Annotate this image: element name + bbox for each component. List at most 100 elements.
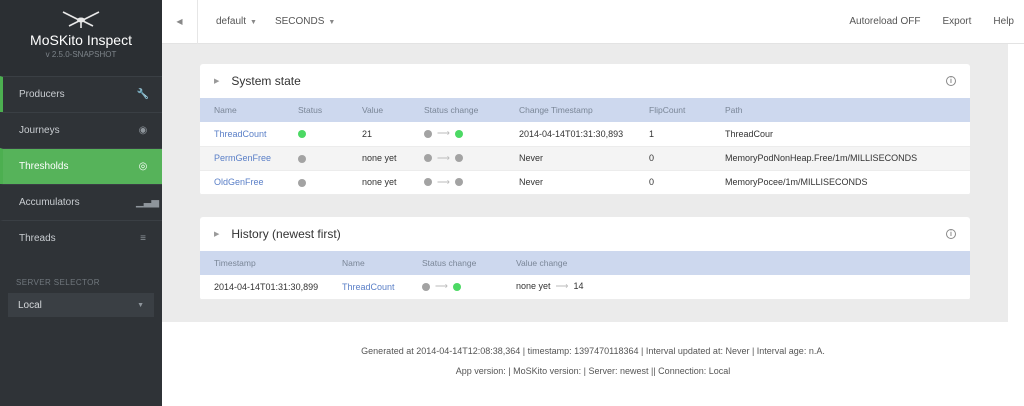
help-link[interactable]: Help [993, 16, 1014, 27]
wrench-icon: 🔧 [136, 89, 150, 100]
arrow-right-icon: ⟶ [437, 152, 450, 163]
system-state-rows: ThreadCount 21 ⟶ 2014-04-14T01:31:30,893 1 Th… [200, 122, 970, 195]
cell-timestamp: 2014-04-14T01:31:30,893 [505, 122, 635, 147]
status-from-dot [422, 282, 430, 291]
column-header: Name [200, 98, 284, 122]
footer-versions: App version: | MoSKito version: | Server… [455, 366, 731, 376]
cell-status-change: ⟶ [410, 170, 505, 195]
status-to-dot [452, 282, 461, 291]
system-state-table: Name Status Value Status change Change Times… [200, 98, 970, 195]
expand-triangle-icon[interactable]: ▶ [214, 230, 219, 238]
column-header: Value change [502, 251, 970, 275]
status-to-dot [454, 129, 463, 138]
sidebar-item-journeys[interactable]: Journeys ◉ [0, 112, 162, 148]
sidebar-item-label: Accumulators [19, 197, 80, 208]
cell-path: ThreadCour [711, 122, 970, 147]
status-to-dot [454, 178, 463, 187]
arrow-right-icon: ⟶ [437, 128, 450, 139]
history-rows: 2014-04-14T01:31:30,899 ThreadCount ⟶ none … [200, 275, 970, 300]
status-from-dot [424, 178, 432, 187]
sidebar-item-accumulators[interactable]: Accumulators ▁▃▅ [0, 184, 162, 220]
cell-flipcount: 0 [635, 146, 711, 171]
status-from-dot [424, 154, 432, 163]
column-header: Timestamp [200, 251, 328, 275]
status-to-dot [454, 154, 463, 163]
main-content: ▶ System state i Name Status Value Status c… [162, 44, 1008, 322]
threshold-link[interactable]: PermGenFree [214, 153, 271, 163]
server-selected: Local [18, 299, 42, 311]
status-dot [298, 154, 306, 163]
cell-value: 21 [348, 122, 410, 147]
footer-generated: Generated at 2014-04-14T12:08:38,364 | t… [361, 346, 825, 356]
value-from: none yet [516, 281, 551, 292]
column-header: Status [284, 98, 348, 122]
bar-chart-icon: ▁▃▅ [136, 197, 160, 208]
brand[interactable]: MoSKito Inspect v 2.5.0-SNAPSHOT [0, 0, 162, 76]
unit-dropdown[interactable]: SECONDS ▼ [275, 16, 335, 27]
sidebar-item-label: Threads [19, 233, 56, 244]
brand-version: v 2.5.0-SNAPSHOT [45, 50, 117, 59]
sidebar-item-threads[interactable]: Threads ≡ [0, 220, 162, 256]
footer: Generated at 2014-04-14T12:08:38,364 | t… [162, 322, 1024, 376]
chevron-down-icon: ▼ [250, 19, 257, 26]
history-header[interactable]: ▶ History (newest first) i [200, 217, 970, 251]
arrow-right-icon: ⟶ [555, 281, 569, 292]
sidebar-item-label: Thresholds [19, 161, 69, 172]
history-table: Timestamp Name Status change Value change 2… [200, 251, 970, 300]
export-link[interactable]: Export [943, 16, 972, 27]
threshold-link[interactable]: ThreadCount [214, 129, 267, 139]
menu-icon: ≡ [140, 233, 146, 244]
threshold-link[interactable]: OldGenFree [214, 177, 264, 187]
target-icon: ◎ [138, 161, 148, 172]
arrow-right-icon: ⟶ [435, 281, 448, 292]
history-title: History (newest first) [231, 227, 341, 241]
cell-timestamp: Never [505, 170, 635, 195]
chevron-down-icon: ▼ [328, 19, 336, 26]
column-header: Value [348, 98, 410, 122]
interval-value: default [216, 16, 247, 27]
sidebar-item-label: Journeys [19, 125, 60, 136]
system-state-header[interactable]: ▶ System state i [200, 64, 970, 98]
cell-flipcount: 1 [635, 122, 711, 147]
history-panel: ▶ History (newest first) i Timestamp Name… [200, 217, 970, 300]
cell-status [284, 122, 348, 147]
info-icon[interactable]: i [946, 76, 956, 86]
sidebar-item-thresholds[interactable]: Thresholds ◎ [0, 148, 162, 184]
cell-value-change: none yet ⟶ 14 [502, 275, 970, 300]
column-header: Status change [408, 251, 502, 275]
server-selector-label: SERVER SELECTOR [16, 278, 100, 287]
cell-status-change: ⟶ [410, 146, 505, 171]
sidebar-nav: Producers 🔧 Journeys ◉ Thresholds ◎ Accumulato… [0, 76, 162, 256]
column-header: FlipCount [635, 98, 711, 122]
cell-value: none yet [348, 146, 410, 171]
collapse-sidebar-icon[interactable]: ◀ [162, 0, 198, 44]
cell-status [284, 146, 348, 171]
cell-timestamp: Never [505, 146, 635, 171]
cell-name: ThreadCount [200, 122, 284, 147]
status-dot [298, 130, 306, 139]
mosquito-logo-icon [62, 11, 100, 28]
threshold-link[interactable]: ThreadCount [342, 282, 395, 292]
cell-name: ThreadCount [328, 275, 408, 300]
sidebar-item-producers[interactable]: Producers 🔧 [0, 76, 162, 112]
info-icon[interactable]: i [946, 229, 956, 239]
eye-icon: ◉ [138, 125, 148, 136]
server-selector-dropdown[interactable]: Local ▼ [8, 293, 154, 317]
status-dot [298, 178, 306, 187]
cell-status-change: ⟶ [410, 122, 505, 147]
system-state-panel: ▶ System state i Name Status Value Status c… [200, 64, 970, 195]
system-state-title: System state [231, 74, 301, 88]
autoreload-toggle[interactable]: Autoreload OFF [849, 16, 920, 27]
table-row: 2014-04-14T01:31:30,899 ThreadCount ⟶ none … [200, 275, 970, 300]
table-header-row: Name Status Value Status change Change Times… [200, 98, 970, 122]
cell-name: OldGenFree [200, 170, 284, 195]
table-row: PermGenFree none yet ⟶ Never 0 MemoryPodNonHe… [200, 146, 970, 171]
sidebar: MoSKito Inspect v 2.5.0-SNAPSHOT Produce… [0, 0, 162, 406]
chevron-down-icon: ▼ [137, 301, 144, 309]
interval-dropdown[interactable]: default ▼ [216, 16, 257, 27]
expand-triangle-icon[interactable]: ▶ [214, 77, 219, 85]
cell-status [284, 170, 348, 195]
brand-title: MoSKito Inspect [30, 32, 132, 48]
column-header: Name [328, 251, 408, 275]
value-to: 14 [573, 281, 584, 292]
